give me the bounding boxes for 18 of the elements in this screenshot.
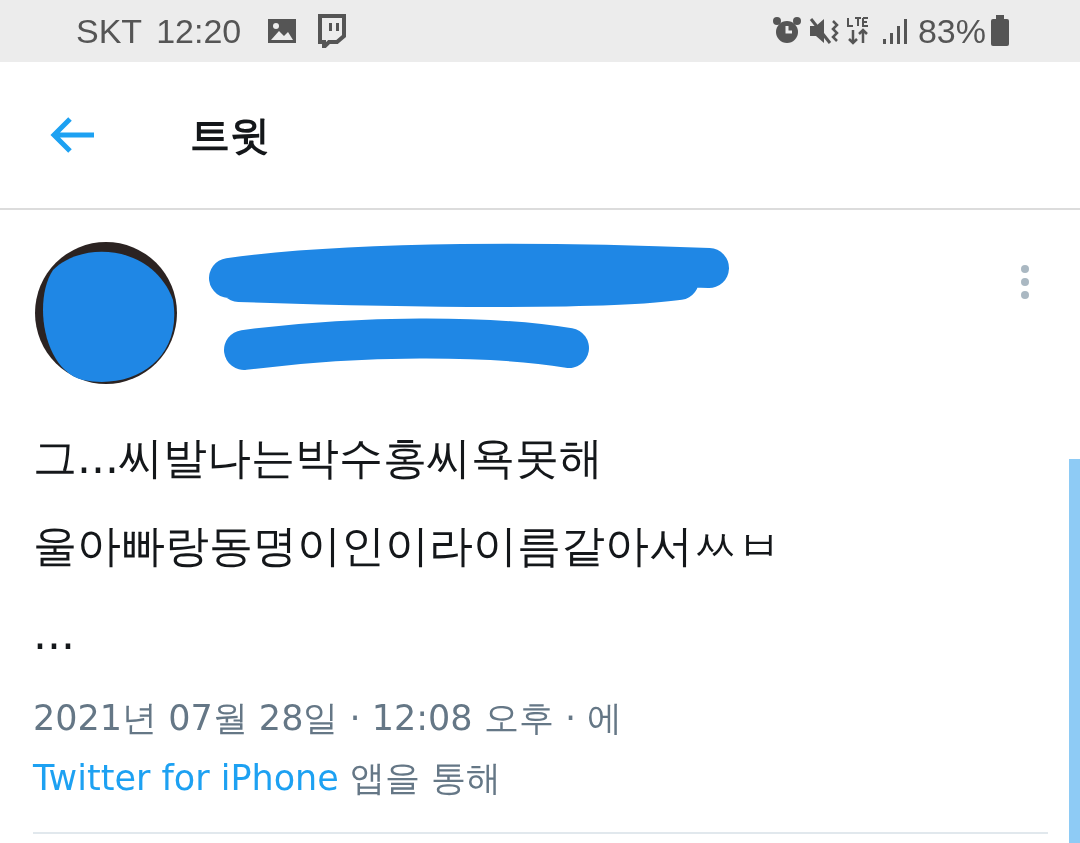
carrier: SKT <box>76 11 143 51</box>
source-suffix: 앱을 통해 <box>348 758 502 798</box>
more-options-icon[interactable] <box>1020 264 1030 300</box>
scrollbar[interactable] <box>1069 459 1080 843</box>
image-icon <box>267 18 298 44</box>
signal-icon <box>881 17 910 45</box>
tweet-timestamp: 2021년 07월 28일 · 12:08 오후 · 에 <box>33 697 624 740</box>
source-link[interactable]: Twitter for iPhone <box>33 758 339 798</box>
avatar[interactable] <box>33 240 179 386</box>
battery-icon <box>990 15 1010 47</box>
clock: 12:20 <box>156 11 242 51</box>
alarm-icon <box>771 16 802 46</box>
back-arrow-icon[interactable] <box>50 116 96 154</box>
page-title: 트윗 <box>190 110 270 160</box>
battery-percentage: 83% <box>917 11 986 51</box>
lte-signal-icon <box>845 16 870 46</box>
chat-icon <box>317 14 348 48</box>
tweet-text: 그...씨발나는박수홍씨욕못해 울아빠랑동명이인이라이름같아서ㅆㅂ ... <box>33 431 782 661</box>
